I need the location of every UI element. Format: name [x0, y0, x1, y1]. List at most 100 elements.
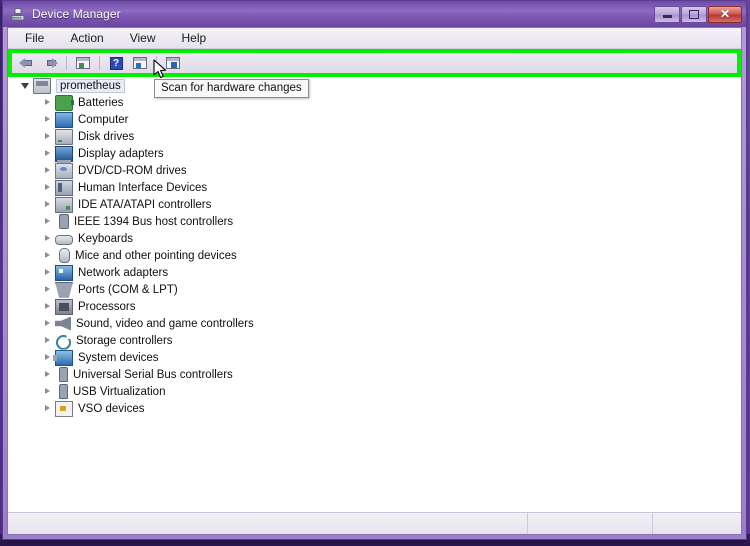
chevron-right-icon[interactable] [42, 369, 53, 380]
mouse-icon [59, 248, 70, 263]
tree-item-label: Display adapters [78, 147, 164, 160]
tree-item-label: Network adapters [78, 266, 169, 279]
tree-item-processors[interactable]: Processors [8, 298, 741, 315]
menu-item-help[interactable]: Help [179, 30, 210, 46]
ide-controller-icon [55, 196, 73, 213]
minimize-button[interactable] [654, 5, 680, 23]
chevron-right-icon[interactable] [42, 216, 53, 227]
tree-item-label: Computer [78, 113, 129, 126]
tree-root-label: prometheus [56, 78, 125, 93]
tree-item-universal-serial-bus-controllers[interactable]: Universal Serial Bus controllers [8, 366, 741, 383]
status-bar-text [8, 517, 14, 529]
status-bar-panel-2-text [528, 517, 534, 529]
tree-item-computer[interactable]: Computer [8, 111, 741, 128]
tree-item-label: IDE ATA/ATAPI controllers [78, 198, 212, 211]
tree-item-label: Disk drives [78, 130, 135, 143]
tree-item-display-adapters[interactable]: Display adapters [8, 145, 741, 163]
tree-item-label: Keyboards [78, 232, 133, 245]
chevron-right-icon[interactable] [42, 199, 53, 210]
tree-item-disk-drives[interactable]: Disk drives [8, 128, 741, 145]
chevron-right-icon[interactable] [42, 97, 53, 108]
window-client-area: File Action View Help ? prometheus Batte… [7, 27, 742, 535]
toolbar-separator-2 [99, 56, 100, 70]
network-adapter-icon [55, 264, 73, 281]
maximize-button[interactable] [681, 5, 707, 23]
menu-bar: File Action View Help [8, 28, 741, 49]
tree-item-ports-com-lpt[interactable]: Ports (COM & LPT) [8, 281, 741, 298]
tree-item-human-interface-devices[interactable]: Human Interface Devices [8, 179, 741, 196]
tree-item-storage-controllers[interactable]: Storage controllers [8, 332, 741, 349]
chevron-right-icon[interactable] [42, 386, 53, 397]
tree-root-prometheus[interactable]: prometheus [8, 77, 741, 94]
window-controls: ✕ [654, 5, 742, 23]
tree-item-label: IEEE 1394 Bus host controllers [74, 215, 234, 228]
forward-button[interactable] [39, 54, 61, 72]
back-button[interactable] [15, 54, 37, 72]
close-icon: ✕ [719, 7, 731, 21]
properties-button[interactable] [129, 54, 151, 72]
show-hide-console-tree-button[interactable] [72, 54, 94, 72]
status-bar-panel-3-text [653, 517, 659, 529]
help-button[interactable]: ? [105, 54, 127, 72]
help-question-icon: ? [109, 56, 123, 70]
chevron-right-icon[interactable] [42, 182, 53, 193]
title-bar[interactable]: Device Manager ✕ [3, 1, 746, 27]
console-tree-icon [76, 57, 90, 69]
chevron-right-icon[interactable] [42, 114, 53, 125]
status-bar-panel-2 [528, 513, 653, 534]
tree-item-ide-ata-atapi-controllers[interactable]: IDE ATA/ATAPI controllers [8, 196, 741, 213]
tree-item-network-adapters[interactable]: Network adapters [8, 264, 741, 281]
tree-item-label: Human Interface Devices [78, 181, 208, 194]
tree-item-mice-and-other-pointing-devices[interactable]: Mice and other pointing devices [8, 247, 741, 264]
chevron-right-icon[interactable] [42, 301, 53, 312]
tree-item-label: DVD/CD-ROM drives [78, 164, 187, 177]
toolbar: ? [12, 53, 737, 73]
port-icon [55, 281, 73, 298]
tree-item-usb-virtualization[interactable]: USB Virtualization [8, 383, 741, 400]
tree-item-system-devices[interactable]: System devices [8, 349, 741, 366]
chevron-down-icon[interactable] [20, 80, 31, 91]
chevron-right-icon[interactable] [42, 131, 53, 142]
status-bar-main-panel [8, 513, 528, 534]
status-bar [8, 512, 741, 534]
keyboard-icon [55, 235, 73, 245]
display-adapter-icon [55, 145, 73, 163]
chevron-right-icon[interactable] [42, 148, 53, 159]
close-button[interactable]: ✕ [708, 5, 742, 23]
tree-item-batteries[interactable]: Batteries [8, 94, 741, 111]
hid-icon [55, 179, 73, 196]
tree-item-vso-devices[interactable]: VSO devices [8, 400, 741, 417]
menu-item-file[interactable]: File [22, 30, 47, 46]
device-manager-icon [10, 6, 26, 22]
toolbar-separator-1 [66, 56, 67, 70]
chevron-right-icon[interactable] [42, 352, 53, 363]
battery-icon [55, 94, 74, 111]
chevron-right-icon[interactable] [42, 165, 53, 176]
tree-item-label: Storage controllers [76, 334, 173, 347]
chevron-right-icon[interactable] [42, 403, 53, 414]
computer-icon [33, 77, 51, 94]
device-tree[interactable]: prometheus Batteries Computer Disk drive… [8, 76, 741, 512]
tree-item-keyboards[interactable]: Keyboards [8, 230, 741, 247]
chevron-right-icon[interactable] [42, 233, 53, 244]
chevron-right-icon[interactable] [42, 335, 53, 346]
chevron-right-icon[interactable] [42, 284, 53, 295]
tree-item-sound-video-and-game-controllers[interactable]: Sound, video and game controllers [8, 315, 741, 332]
device-manager-window: Device Manager ✕ File Action View Help ?… [2, 0, 747, 540]
chevron-right-icon[interactable] [42, 250, 53, 261]
maximize-icon [689, 9, 699, 19]
chevron-right-icon[interactable] [42, 318, 53, 329]
scan-hardware-button[interactable] [162, 54, 184, 72]
menu-item-action[interactable]: Action [67, 30, 106, 46]
tree-item-label: Batteries [78, 96, 124, 109]
toolbar-separator-3 [156, 56, 157, 70]
back-arrow-icon [18, 57, 34, 69]
usb-controller-icon [59, 367, 68, 382]
tree-item-label: Universal Serial Bus controllers [73, 368, 233, 381]
processor-icon [55, 298, 73, 315]
chevron-right-icon[interactable] [42, 267, 53, 278]
tree-item-ieee-1394-bus-host-controllers[interactable]: IEEE 1394 Bus host controllers [8, 213, 741, 230]
scan-hardware-icon [166, 57, 180, 69]
tree-item-dvd-cdrom-drives[interactable]: DVD/CD-ROM drives [8, 162, 741, 179]
menu-item-view[interactable]: View [127, 30, 159, 46]
